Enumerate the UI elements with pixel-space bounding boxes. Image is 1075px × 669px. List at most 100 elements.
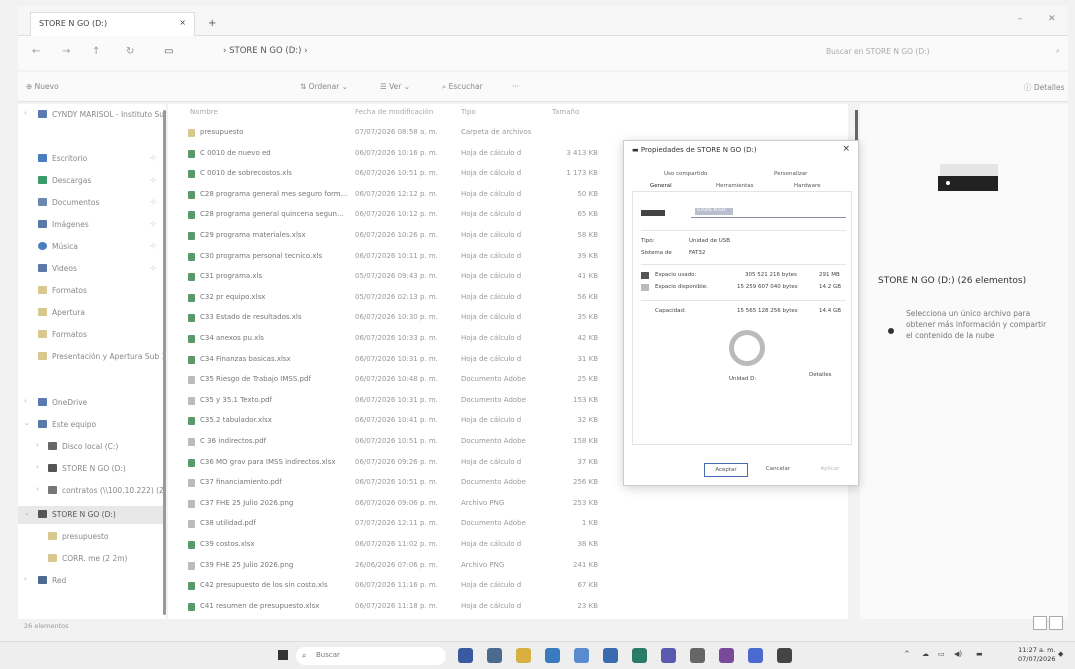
store-icon[interactable] <box>603 648 618 663</box>
refresh-button[interactable]: ↻ <box>126 46 134 57</box>
file-explorer-icon[interactable] <box>516 648 531 663</box>
column-header-size[interactable]: Tamaño <box>552 108 579 116</box>
tiles-view-toggle[interactable] <box>1049 616 1063 630</box>
file-row[interactable]: C37 FHE 25 Julio 2026.png 06/07/2026 09:0… <box>168 493 848 515</box>
sidebar-item-corr[interactable]: CORR. me (2 2m) <box>18 550 166 568</box>
column-header-date[interactable]: Fecha de modificación <box>355 108 433 116</box>
sidebar-item-videos[interactable]: Videos ⊹ <box>18 260 166 278</box>
tab-close-icon[interactable]: × <box>179 18 186 27</box>
volume-icon[interactable]: ◀) <box>954 650 962 658</box>
battery-icon[interactable]: ▬ <box>976 650 983 658</box>
expand-icon[interactable]: › <box>24 575 27 583</box>
taskbar-clock[interactable]: 11:27 a. m. 07/07/2026 <box>1018 646 1055 664</box>
taskbar-search-input[interactable]: Buscar <box>296 647 446 665</box>
filter-button[interactable]: ⌕ Escuchar <box>442 82 483 92</box>
drive-icon <box>48 442 57 450</box>
expand-icon[interactable]: › <box>36 485 39 493</box>
collapse-icon[interactable]: ⌄ <box>24 509 30 517</box>
settings-icon[interactable] <box>690 648 705 663</box>
chrome-icon[interactable] <box>545 648 560 663</box>
expand-icon[interactable]: › <box>24 109 27 117</box>
new-tab-button[interactable]: + <box>208 18 216 29</box>
up-button[interactable]: ↑ <box>92 46 100 57</box>
widgets-icon[interactable] <box>487 648 502 663</box>
sidebar-item-formatos[interactable]: Formatos <box>18 282 166 300</box>
app-icon[interactable] <box>777 648 792 663</box>
tab-personalizar[interactable]: Personalizar <box>774 171 807 177</box>
forward-button[interactable]: → <box>62 46 70 57</box>
new-button[interactable]: ⊕ Nuevo <box>26 82 59 91</box>
sidebar-item-escritorio[interactable]: Escritorio ⊹ <box>18 150 166 168</box>
view-button[interactable]: ☰ Ver ⌄ <box>380 82 410 91</box>
tab-uso-compartido[interactable]: Uso compartido <box>664 171 707 177</box>
sort-button[interactable]: ⇅ Ordenar ⌄ <box>300 82 348 91</box>
cancel-button[interactable]: Cancelar <box>756 463 800 477</box>
sidebar-item-onedrive[interactable]: › OneDrive <box>18 394 166 412</box>
details-button[interactable]: ⓘ Detalles <box>1024 82 1065 93</box>
display-icon[interactable]: ▭ <box>938 650 945 658</box>
ok-button[interactable]: Aceptar <box>704 463 748 477</box>
photos-icon[interactable] <box>574 648 589 663</box>
sidebar-item-red[interactable]: › Red <box>18 572 166 590</box>
file-name: C37 FHE 25 Julio 2026.png <box>200 498 294 507</box>
drive-name-input[interactable]: STORE N GO <box>691 206 846 218</box>
sidebar-item-store-n-go[interactable]: › STORE N GO (D:) <box>18 460 166 478</box>
task-view-icon[interactable] <box>458 648 473 663</box>
tray-overflow-icon[interactable]: ^ <box>904 650 910 658</box>
search-input[interactable]: Buscar en STORE N GO (D:) ⌕ <box>818 44 1068 62</box>
notification-icon[interactable]: ◆ <box>1058 650 1063 658</box>
column-header-type[interactable]: Tipo <box>461 108 476 116</box>
column-header-name[interactable]: Nombre <box>190 108 218 116</box>
cleanup-button[interactable]: Detalles <box>809 372 831 378</box>
teams-icon[interactable] <box>661 648 676 663</box>
file-list-scrollbar[interactable] <box>855 110 858 140</box>
windows-start-icon[interactable] <box>278 650 288 660</box>
tab-general[interactable]: General <box>650 183 672 189</box>
sidebar-item-este-equipo[interactable]: ⌄ Este equipo <box>18 416 166 434</box>
sidebar-item-documentos[interactable]: Documentos ⊹ <box>18 194 166 212</box>
spreadsheet-icon <box>188 602 195 611</box>
expand-icon[interactable]: › <box>24 397 27 405</box>
sidebar-item-musica[interactable]: Música ⊹ <box>18 238 166 256</box>
edge-icon[interactable] <box>632 648 647 663</box>
file-row[interactable]: C39 FHE 25 Julio 2026.png 26/06/2026 07:0… <box>168 555 848 577</box>
apply-button[interactable]: Aplicar <box>808 463 852 477</box>
tab-hardware[interactable]: Hardware <box>794 183 821 189</box>
breadcrumb[interactable]: › STORE N GO (D:) › <box>223 46 308 56</box>
sidebar-item-store-n-go-selected[interactable]: ⌄ STORE N GO (D:) <box>18 506 166 524</box>
sidebar-item-contratos[interactable]: › contratos (\\100.10.222) (Z:) <box>18 482 166 500</box>
expand-icon[interactable]: › <box>36 463 39 471</box>
cloud-icon <box>38 110 47 118</box>
dialog-close-button[interactable]: × <box>842 144 850 154</box>
sidebar-item-disco-local[interactable]: › Disco local (C:) <box>18 438 166 456</box>
expand-icon[interactable]: › <box>36 441 39 449</box>
cloud-icon[interactable]: ☁ <box>922 650 929 658</box>
sidebar-item-imagenes[interactable]: Imágenes ⊹ <box>18 216 166 234</box>
app-icon[interactable] <box>719 648 734 663</box>
sidebar-scrollbar[interactable] <box>163 110 166 615</box>
minimize-button[interactable]: – <box>1018 14 1023 24</box>
back-button[interactable]: ← <box>32 46 40 57</box>
file-name: C34 anexos pu.xls <box>200 334 264 342</box>
sidebar-item-presentacion[interactable]: Presentación y Apertura Sub 1 <box>18 348 166 366</box>
tab-herramientas[interactable]: Herramientas <box>716 183 753 189</box>
file-row[interactable]: C38 utilidad.pdf 07/07/2026 12:11 p. m. Do… <box>168 513 848 535</box>
sidebar-item-onedrive-personal[interactable]: › CYNDY MARISOL - Instituto Su <box>18 106 166 124</box>
sidebar-item-descargas[interactable]: Descargas ⊹ <box>18 172 166 190</box>
explorer-tab[interactable]: STORE N GO (D:) × <box>30 12 195 36</box>
file-size: 58 KB <box>577 231 598 239</box>
file-row[interactable]: C39 costos.xlsx 06/07/2026 11:02 p. m. Hoj… <box>168 534 848 556</box>
collapse-icon[interactable]: ⌄ <box>24 419 30 427</box>
zoom-icon[interactable] <box>748 648 763 663</box>
title-bar: STORE N GO (D:) × + – ✕ <box>18 6 1068 36</box>
computer-icon: ▭ <box>164 46 174 57</box>
more-button[interactable]: ··· <box>512 82 519 91</box>
sidebar-item-presupuesto[interactable]: presupuesto <box>18 528 166 546</box>
sidebar-item-formatos-2[interactable]: Formatos <box>18 326 166 344</box>
details-view-toggle[interactable] <box>1033 616 1047 630</box>
file-row[interactable]: C42 presupuesto de los sin costo.xls 06/0… <box>168 575 848 597</box>
close-window-button[interactable]: ✕ <box>1048 14 1056 24</box>
file-row[interactable]: C41 resumen de presupuesto.xlsx 06/07/202… <box>168 596 848 618</box>
file-type: Hoja de cálculo d <box>461 354 522 363</box>
sidebar-item-apertura[interactable]: Apertura <box>18 304 166 322</box>
